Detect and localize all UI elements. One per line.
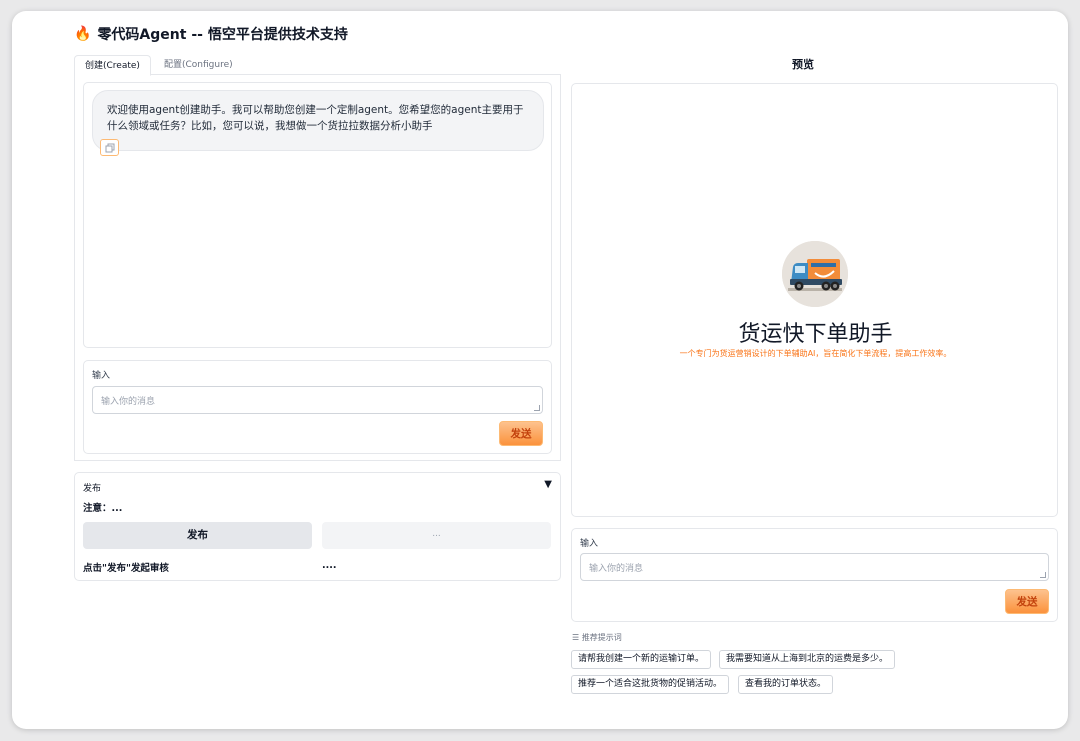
tab-configure[interactable]: 配置(Configure) (154, 55, 243, 76)
secondary-button[interactable]: ... (322, 522, 551, 549)
preview-resize-handle[interactable] (1040, 572, 1046, 578)
prompt-chip-1[interactable]: 请帮我创建一个新的运输订单。 (571, 650, 712, 669)
publish-button[interactable]: 发布 (83, 522, 312, 549)
resize-handle[interactable] (534, 405, 540, 411)
prompt-chip-4[interactable]: 查看我的订单状态。 (738, 675, 834, 694)
preview-title: 预览 (792, 58, 814, 71)
fire-icon: 🔥 (74, 26, 92, 42)
bot-avatar (782, 241, 848, 307)
page-title: 🔥 零代码Agent -- 悟空平台提供技术支持 (74, 24, 348, 44)
preview-input-label: 输入 (580, 539, 599, 549)
prompts-header: ☰ 推荐提示词 (572, 632, 622, 643)
app-window: 🔥 零代码Agent -- 悟空平台提供技术支持 创建(Create) 配置(C… (12, 11, 1068, 729)
bot-description: 一个专门为货运营销设计的下单辅助AI，旨在简化下单流程，提高工作效率。 (679, 349, 952, 358)
prompt-chip-2[interactable]: 我需要知道从上海到北京的运费是多少。 (719, 650, 896, 669)
preview-message-input[interactable]: 输入你的消息 (580, 553, 1049, 581)
tab-bar: 创建(Create) 配置(Configure) (74, 55, 561, 76)
publish-note: 注意：... (83, 503, 123, 514)
create-send-button[interactable]: 发送 (499, 421, 543, 446)
bot-name: 货运快下单助手 (738, 322, 893, 347)
input-label: 输入 (92, 371, 111, 381)
tab-create[interactable]: 创建(Create) (74, 55, 151, 76)
prompt-chip-3[interactable]: 推荐一个适合这批货物的促销活动。 (571, 675, 730, 694)
copy-button[interactable] (100, 139, 119, 156)
collapse-arrow-icon[interactable]: ▼ (544, 479, 552, 490)
create-input-box: 输入 输入你的消息 发送 (83, 360, 552, 454)
preview-send-button[interactable]: 发送 (1005, 589, 1049, 614)
publish-hint-value: .... (322, 560, 337, 571)
publish-title: 发布 (83, 484, 102, 494)
preview-panel: 货运快下单助手 一个专门为货运营销设计的下单辅助AI，旨在简化下单流程，提高工作… (571, 83, 1058, 517)
chat-history: 欢迎使用agent创建助手。我可以帮助您创建一个定制agent。您希望您的age… (83, 82, 552, 348)
publish-section: 发布 ▼ 注意：... 发布 ... 点击"发布"发起审核 .... (74, 472, 561, 581)
preview-input-box: 输入 输入你的消息 发送 (571, 528, 1058, 622)
prompts-title: 推荐提示词 (581, 633, 622, 642)
copy-icon (105, 143, 114, 152)
list-icon: ☰ (572, 633, 582, 642)
assistant-message: 欢迎使用agent创建助手。我可以帮助您创建一个定制agent。您希望您的age… (92, 90, 544, 151)
create-message-input[interactable]: 输入你的消息 (92, 386, 543, 414)
truck-icon (782, 241, 848, 307)
page-title-text: 零代码Agent -- 悟空平台提供技术支持 (97, 27, 348, 43)
publish-hint: 点击"发布"发起审核 (83, 563, 169, 574)
create-panel: 欢迎使用agent创建助手。我可以帮助您创建一个定制agent。您希望您的age… (74, 75, 561, 461)
